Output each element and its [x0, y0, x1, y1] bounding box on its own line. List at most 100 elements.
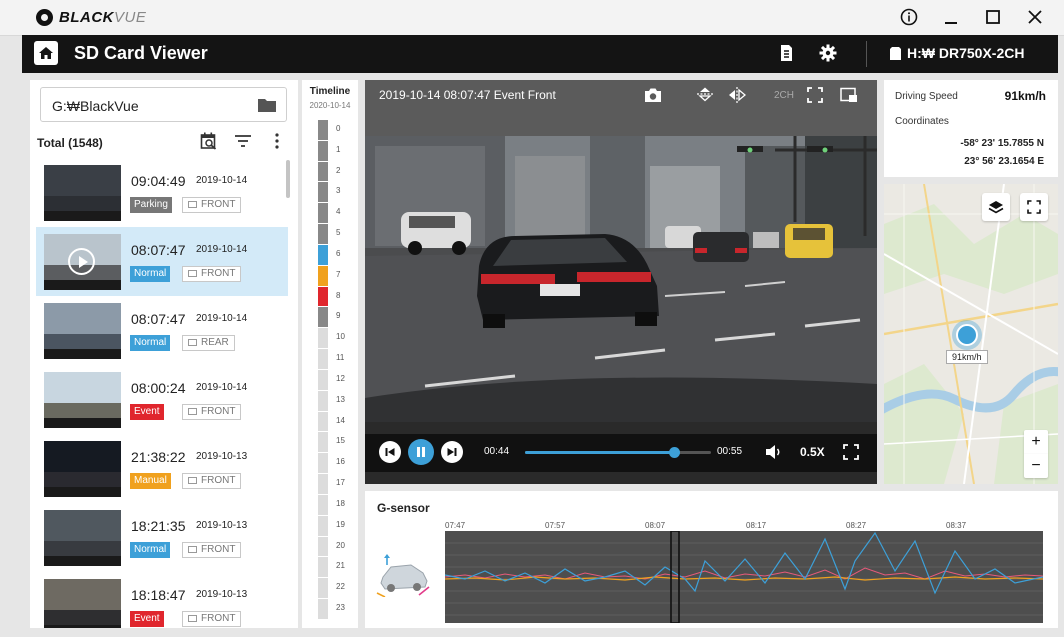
maximize-icon[interactable] — [982, 6, 1004, 28]
video-title: 2019-10-14 08:07:47 Event Front — [379, 88, 556, 102]
file-list-item[interactable]: 08:07:47 2019-10-14 Normal REAR — [36, 296, 288, 365]
timeline-hour-bar[interactable] — [318, 120, 328, 141]
timeline-hour-bar[interactable] — [318, 182, 328, 204]
file-date: 2019-10-14 — [196, 382, 248, 393]
timeline-hour-bar[interactable] — [318, 369, 328, 391]
timeline-hour-bar[interactable] — [318, 244, 328, 266]
timeline-hour-bar[interactable] — [318, 390, 328, 412]
camera-icon — [188, 546, 197, 553]
channel-toggle[interactable]: 2CH — [769, 85, 799, 105]
map-zoom-out-button[interactable]: − — [1024, 454, 1048, 478]
map-fullscreen-icon[interactable] — [1020, 193, 1048, 221]
file-list-item[interactable]: 21:38:22 2019-10-13 Manual FRONT — [36, 434, 288, 503]
timeline-hour-label: 10 — [336, 332, 345, 342]
recording-mode-badge: Event — [130, 611, 164, 627]
minimize-icon[interactable] — [940, 6, 962, 28]
fullscreen-icon[interactable] — [843, 444, 859, 465]
info-icon[interactable] — [898, 6, 920, 28]
filter-icon[interactable] — [234, 132, 252, 150]
file-list-item[interactable]: 18:18:47 2019-10-13 Event FRONT — [36, 572, 288, 628]
timeline-hour-bar[interactable] — [318, 536, 328, 558]
play-icon[interactable] — [68, 248, 95, 275]
camera-label: REAR — [201, 337, 229, 348]
g-sensor-tick: 08:27 — [846, 521, 867, 530]
map-zoom-in-button[interactable]: + — [1024, 430, 1048, 454]
file-time: 08:07:47 — [131, 242, 186, 258]
more-options-icon[interactable] — [268, 132, 286, 150]
timeline-hour-bar[interactable] — [318, 578, 328, 600]
timeline-hour-bar[interactable] — [318, 599, 328, 620]
g-sensor-tick: 07:47 — [445, 521, 466, 530]
seek-handle[interactable] — [668, 447, 680, 458]
timeline-hour-bar[interactable] — [318, 224, 328, 245]
folder-icon[interactable] — [258, 98, 276, 112]
timeline-hour-bar[interactable] — [318, 432, 328, 454]
playback-controls: 00:44 00:55 0.5X — [365, 422, 877, 484]
timeline-hour-bar[interactable] — [318, 453, 328, 475]
timeline-hour-bar[interactable] — [318, 265, 328, 287]
file-list-item[interactable]: 08:07:47 2019-10-14 Normal FRONT — [36, 227, 288, 296]
timeline-hour-bar[interactable] — [318, 161, 328, 183]
timeline-hour-bar[interactable] — [318, 494, 328, 516]
settings-gear-icon[interactable] — [818, 43, 838, 63]
previous-file-button[interactable] — [379, 441, 401, 463]
file-time: 21:38:22 — [131, 449, 186, 465]
timeline-hour-bar[interactable] — [318, 140, 328, 162]
timeline-hour-bar[interactable] — [318, 286, 328, 308]
file-date: 2019-10-14 — [196, 175, 248, 186]
close-icon[interactable] — [1024, 6, 1046, 28]
video-frame[interactable] — [365, 136, 877, 422]
timeline-hour-bar[interactable] — [318, 474, 328, 495]
next-file-button[interactable] — [441, 441, 463, 463]
g-sensor-chart[interactable] — [444, 530, 1044, 624]
longitude-value: 23° 56' 23.1654 E — [964, 156, 1044, 167]
camera-badge: FRONT — [182, 473, 242, 489]
playback-speed[interactable]: 0.5X — [800, 445, 825, 459]
camera-icon — [188, 339, 197, 346]
picture-in-picture-icon[interactable] — [839, 85, 859, 105]
timeline-hour-bar[interactable] — [318, 557, 328, 579]
camera-label: FRONT — [201, 613, 236, 624]
video-thumbnail — [44, 234, 121, 290]
timeline-hour-bar[interactable] — [318, 203, 328, 225]
timeline-hour-bar[interactable] — [318, 328, 328, 350]
timeline-hour-bar[interactable] — [318, 515, 328, 537]
list-toolbar — [200, 132, 286, 150]
snapshot-camera-icon[interactable] — [643, 85, 663, 105]
file-list-scrollbar[interactable] — [286, 160, 290, 198]
recording-mode-badge: Manual — [130, 473, 171, 489]
flip-horizontal-icon[interactable] — [727, 85, 747, 105]
expand-icon[interactable] — [805, 85, 825, 105]
pause-button[interactable] — [408, 439, 434, 465]
window-titlebar: BLACKVUE — [0, 0, 1064, 36]
folder-path-field[interactable]: G:₩BlackVue — [40, 87, 287, 122]
seek-bar[interactable] — [525, 447, 711, 458]
home-button[interactable] — [34, 41, 58, 65]
device-selector[interactable]: H:₩ DR750X-2CH — [890, 45, 1024, 61]
volume-icon[interactable] — [765, 444, 783, 465]
map-layers-icon[interactable] — [982, 193, 1010, 221]
file-list-item[interactable]: 08:00:24 2019-10-14 Event FRONT — [36, 365, 288, 434]
file-list-item[interactable]: 09:04:49 2019-10-14 Parking FRONT — [36, 158, 288, 227]
map-panel[interactable]: 91km/h + − — [884, 184, 1058, 484]
camera-icon — [188, 477, 197, 484]
camera-label: FRONT — [201, 544, 236, 555]
timeline-hour-label: 12 — [336, 373, 345, 383]
timeline-hour-bar[interactable] — [318, 411, 328, 433]
camera-icon — [188, 408, 197, 415]
calendar-search-icon[interactable] — [200, 132, 218, 150]
current-time: 00:44 — [484, 446, 510, 457]
timeline-hour-label: 14 — [336, 415, 345, 425]
timeline-hour-bar[interactable] — [318, 307, 328, 329]
window-controls — [898, 6, 1046, 28]
vehicle-location-marker[interactable] — [956, 324, 978, 346]
timeline-hour-label: 9 — [336, 311, 341, 321]
flip-vertical-icon[interactable] — [695, 85, 715, 105]
timeline-hour-label: 0 — [336, 124, 341, 133]
timeline-hour-bar[interactable] — [318, 349, 328, 370]
recording-mode-badge: Event — [130, 404, 164, 420]
sd-card-icon — [890, 46, 901, 60]
file-time: 18:18:47 — [131, 587, 186, 603]
sd-card-export-icon[interactable] — [776, 43, 796, 63]
file-list-item[interactable]: 18:21:35 2019-10-13 Normal FRONT — [36, 503, 288, 572]
